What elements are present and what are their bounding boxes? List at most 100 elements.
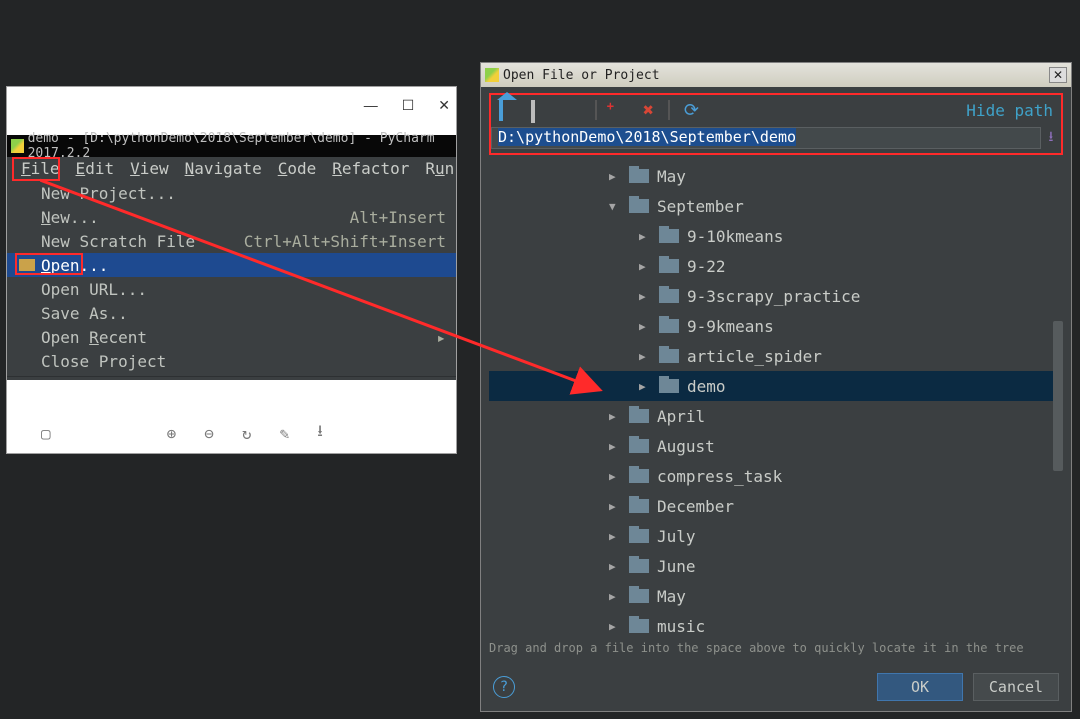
file-tree[interactable]: ▶ May ▼September ▶ 9-10kmeans ▶ 9-22 ▶ 9-3scrapy…	[489, 161, 1063, 637]
tree-node-may[interactable]: ▶ May	[489, 161, 1063, 191]
new-folder-icon[interactable]	[611, 102, 629, 118]
folder-icon	[629, 619, 649, 633]
folder-icon	[659, 319, 679, 333]
tree-scrollbar[interactable]	[1053, 161, 1063, 637]
expand-arrow-icon[interactable]: ▶	[639, 380, 653, 393]
tree-node-9-3scrapy-practice[interactable]: ▶ 9-3scrapy_practice	[489, 281, 1063, 311]
tree-node-label: May	[657, 587, 686, 606]
menu-open-recent[interactable]: Open Recent ▸	[7, 325, 456, 349]
layout-icon[interactable]: ▢	[41, 424, 51, 443]
tree-node-9-10kmeans[interactable]: ▶ 9-10kmeans	[489, 221, 1063, 251]
zoom-in-icon[interactable]: ⊕	[167, 424, 177, 443]
tree-node-label: demo	[687, 377, 726, 396]
open-folder-icon	[19, 259, 35, 271]
path-input[interactable]: D:\pythonDemo\2018\September\demo	[491, 127, 1041, 149]
folder-icon	[659, 379, 679, 393]
zoom-out-icon[interactable]: ⊖	[204, 424, 214, 443]
expand-arrow-icon[interactable]: ▶	[609, 590, 623, 603]
close-button[interactable]: ✕	[438, 97, 450, 114]
tree-node-label: 9-3scrapy_practice	[687, 287, 860, 306]
menu-new-project[interactable]: New Project...	[7, 181, 456, 205]
download-icon[interactable]: ⭳	[317, 420, 323, 447]
toolbar-separator	[595, 100, 597, 120]
menu-close-project[interactable]: Close Project	[7, 349, 456, 373]
expand-arrow-icon[interactable]: ▶	[609, 170, 623, 183]
folder-icon	[659, 289, 679, 303]
tree-node-article-spider[interactable]: ▶article_spider	[489, 341, 1063, 371]
menu-open[interactable]: Open...	[7, 253, 456, 277]
expand-arrow-icon[interactable]: ▶	[609, 470, 623, 483]
expand-arrow-icon[interactable]: ▼	[609, 200, 623, 213]
menu-file[interactable]: File	[13, 157, 68, 181]
expand-arrow-icon[interactable]: ▶	[609, 440, 623, 453]
menu-separator	[7, 376, 456, 377]
tree-node-music[interactable]: ▶ music	[489, 611, 1063, 637]
menu-refactor[interactable]: Refactor	[324, 157, 417, 181]
hide-path-link[interactable]: Hide path	[966, 101, 1053, 120]
expand-arrow-icon[interactable]: ▶	[639, 290, 653, 303]
tree-node-label: April	[657, 407, 705, 426]
tree-node-september[interactable]: ▼September	[489, 191, 1063, 221]
tree-node-label: June	[657, 557, 696, 576]
tree-node-april[interactable]: ▶ April	[489, 401, 1063, 431]
menu-save-as[interactable]: Save As..	[7, 301, 456, 325]
tree-node-label: August	[657, 437, 715, 456]
dialog-close-button[interactable]: ✕	[1049, 67, 1067, 83]
menu-edit[interactable]: Edit	[68, 157, 123, 181]
home-icon[interactable]	[499, 102, 517, 118]
tree-node-9-22[interactable]: ▶ 9-22	[489, 251, 1063, 281]
help-icon[interactable]: ?	[493, 676, 515, 698]
tree-node-label: music	[657, 617, 705, 636]
menu-view[interactable]: View	[122, 157, 177, 181]
expand-arrow-icon[interactable]: ▶	[609, 500, 623, 513]
expand-arrow-icon[interactable]: ▶	[609, 410, 623, 423]
tree-node-label: 9-22	[687, 257, 726, 276]
tree-node-july[interactable]: ▶July	[489, 521, 1063, 551]
menu-run[interactable]: Run	[417, 157, 462, 181]
refresh-icon[interactable]: ⟳	[684, 100, 699, 121]
edit-icon[interactable]: ✎	[280, 424, 290, 443]
scrollbar-thumb[interactable]	[1053, 321, 1063, 471]
tree-node-demo[interactable]: ▶ demo	[489, 371, 1063, 401]
expand-arrow-icon[interactable]: ▶	[609, 560, 623, 573]
tree-node-june[interactable]: ▶ June	[489, 551, 1063, 581]
delete-icon[interactable]: ✖	[643, 100, 654, 121]
open-file-dialog: Open File or Project ✕ ✖ ⟳ Hide path D:\…	[480, 62, 1072, 712]
expand-arrow-icon[interactable]: ▶	[609, 530, 623, 543]
expand-arrow-icon[interactable]: ▶	[639, 230, 653, 243]
refresh-icon[interactable]: ↻	[242, 424, 252, 443]
expand-arrow-icon[interactable]: ▶	[609, 620, 623, 633]
folder-icon	[629, 589, 649, 603]
menu-code[interactable]: Code	[270, 157, 325, 181]
cancel-button[interactable]: Cancel	[973, 673, 1059, 701]
expand-arrow-icon[interactable]: ▶	[639, 320, 653, 333]
folder-icon	[629, 199, 649, 213]
dialog-button-bar: ? OK Cancel	[481, 663, 1071, 711]
tree-node-december[interactable]: ▶December	[489, 491, 1063, 521]
main-menubar: File Edit View Navigate Code Refactor Ru…	[7, 157, 456, 181]
drag-drop-hint: Drag and drop a file into the space abov…	[489, 641, 1063, 655]
tree-node-august[interactable]: ▶ August	[489, 431, 1063, 461]
menu-open-url[interactable]: Open URL...	[7, 277, 456, 301]
history-dropdown-icon[interactable]: ⭳	[1041, 127, 1061, 149]
pycharm-logo-icon	[11, 139, 24, 153]
tree-node-label: 9-10kmeans	[687, 227, 783, 246]
menu-new[interactable]: New... Alt+Insert	[7, 205, 456, 229]
menu-navigate[interactable]: Navigate	[177, 157, 270, 181]
menu-new-scratch[interactable]: New Scratch File Ctrl+Alt+Shift+Insert	[7, 229, 456, 253]
tree-node-may[interactable]: ▶ May	[489, 581, 1063, 611]
tree-node-compress-task[interactable]: ▶compress_task	[489, 461, 1063, 491]
minimize-button[interactable]: —	[364, 97, 378, 113]
tree-node-9-9kmeans[interactable]: ▶9-9kmeans	[489, 311, 1063, 341]
expand-arrow-icon[interactable]: ▶	[639, 260, 653, 273]
folder-icon	[629, 439, 649, 453]
project-icon[interactable]	[531, 102, 549, 118]
file-menu-dropdown: New Project... New... Alt+Insert New Scr…	[7, 181, 456, 380]
expand-arrow-icon[interactable]: ▶	[639, 350, 653, 363]
maximize-button[interactable]: ☐	[402, 97, 415, 114]
ok-button[interactable]: OK	[877, 673, 963, 701]
tree-node-label: May	[657, 167, 686, 186]
dialog-toolbar: ✖ ⟳ Hide path	[491, 95, 1061, 125]
show-hidden-icon[interactable]	[713, 102, 731, 118]
folder-icon[interactable]	[563, 102, 581, 118]
